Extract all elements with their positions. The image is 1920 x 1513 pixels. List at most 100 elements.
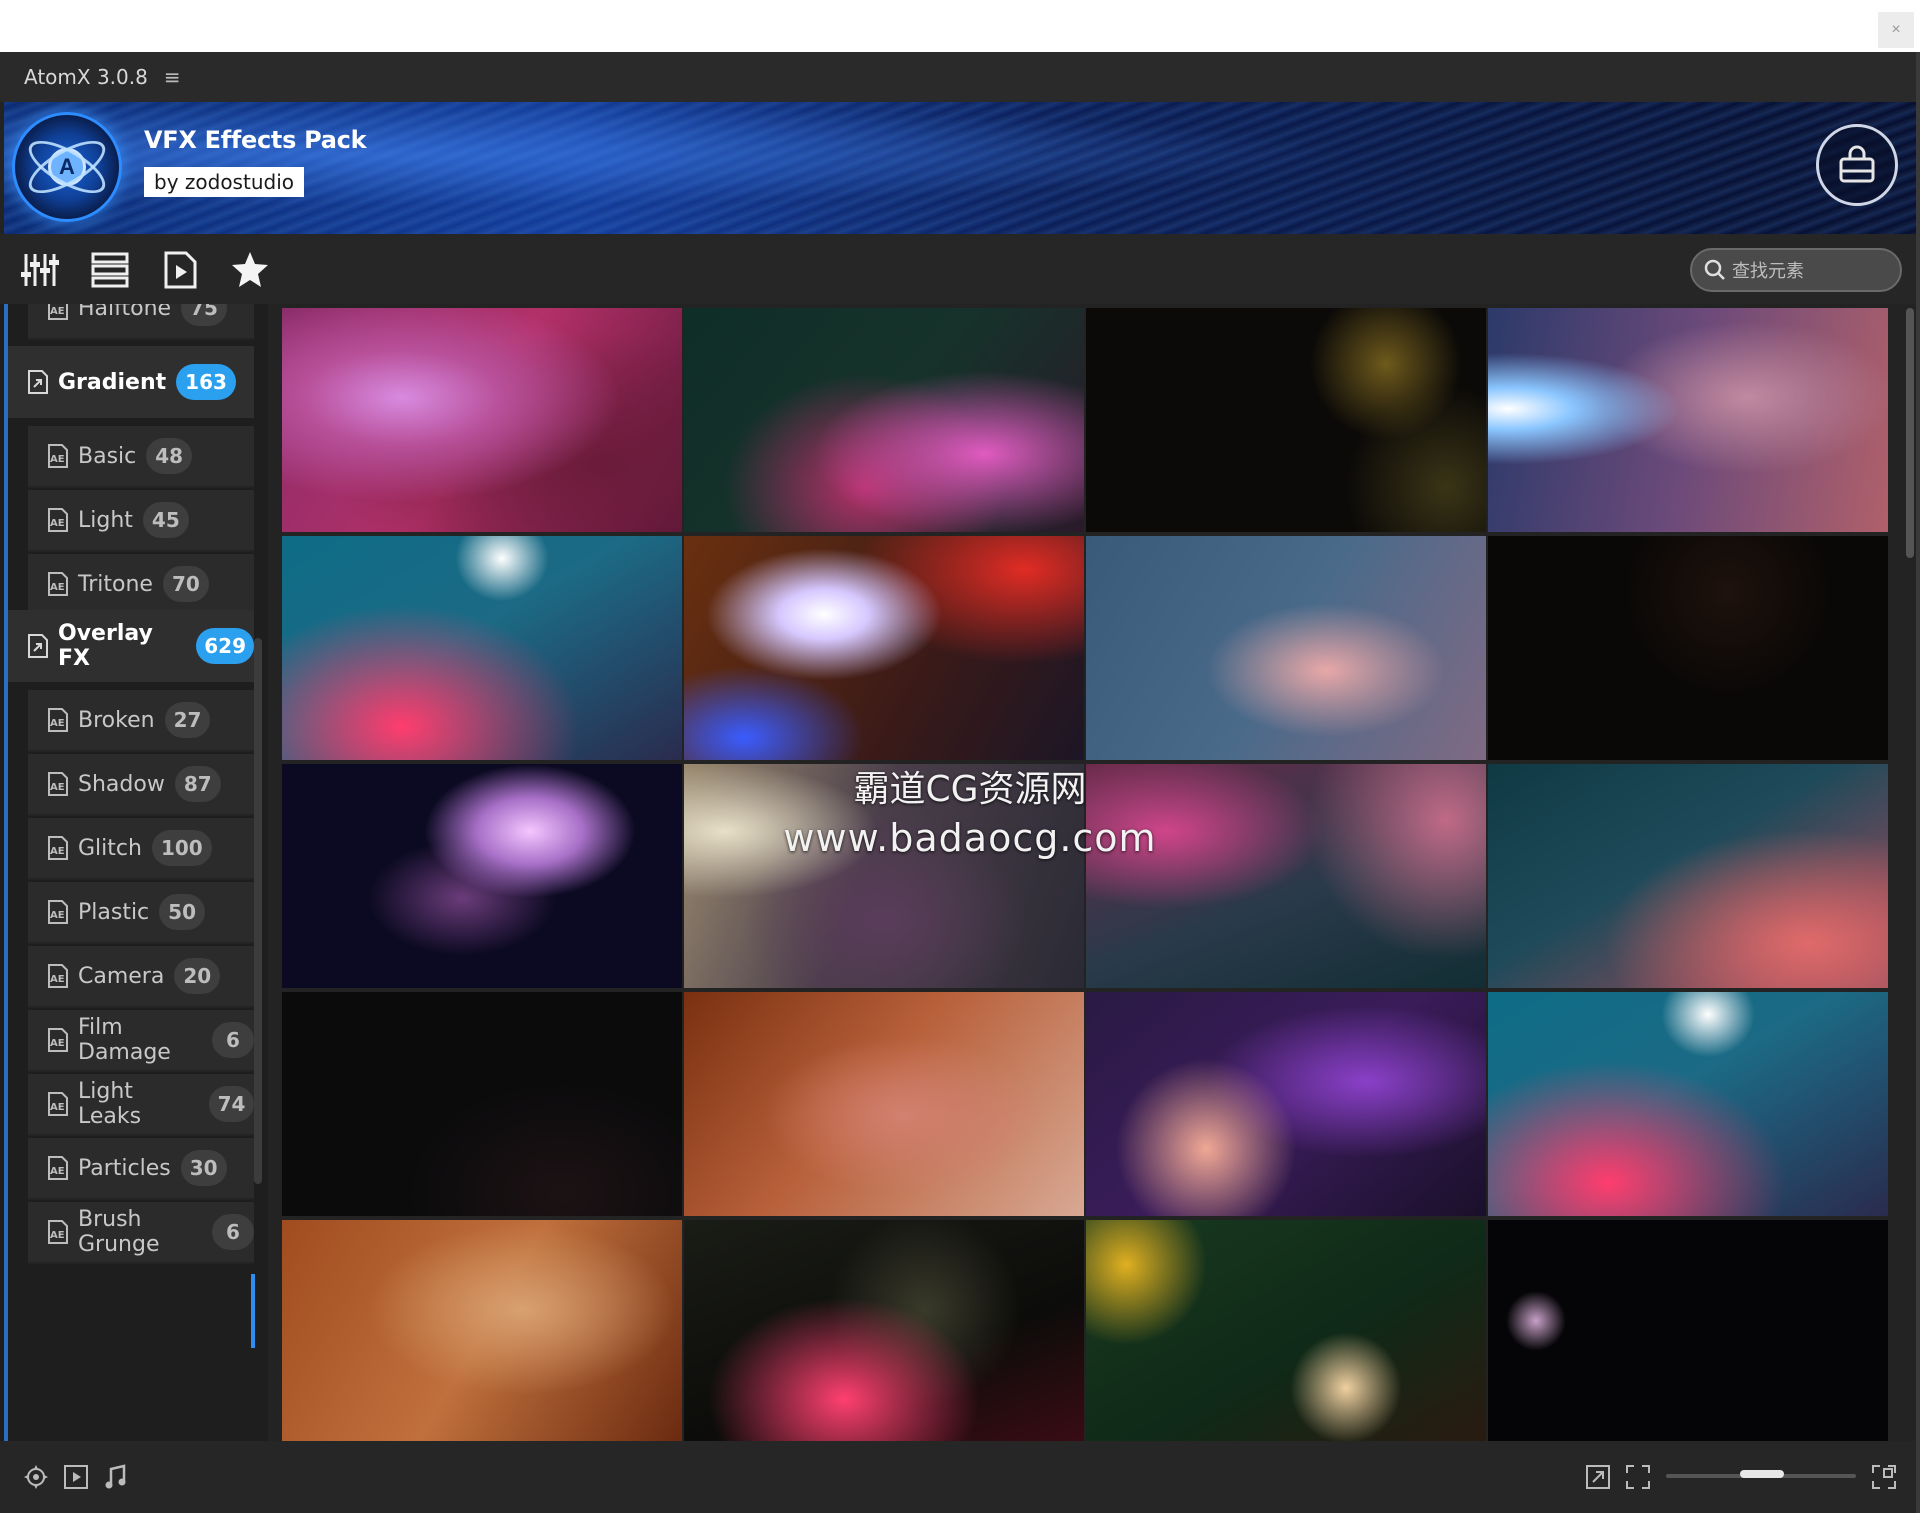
atomx-logo: A <box>12 112 122 222</box>
sliders-icon[interactable] <box>20 250 60 290</box>
active-item-indicator <box>251 1274 255 1348</box>
preview-tile[interactable] <box>684 992 1084 1216</box>
folder-link-icon <box>26 369 50 395</box>
ae-file-icon: AE <box>46 771 70 797</box>
preview-tile[interactable] <box>1086 536 1486 760</box>
search-input[interactable]: 查找元素 <box>1690 248 1902 292</box>
sidebar-item-label: Gradient <box>58 369 167 395</box>
count-badge: 50 <box>159 894 205 930</box>
preview-tile[interactable] <box>1488 1220 1888 1441</box>
preview-tile[interactable] <box>1086 1220 1486 1441</box>
preview-tile[interactable] <box>1086 992 1486 1216</box>
count-badge: 100 <box>151 830 212 866</box>
count-badge: 74 <box>209 1086 254 1122</box>
sidebar-item-label: Tritone <box>78 571 153 597</box>
sidebar-item-shadow[interactable]: AE Shadow 87 <box>28 754 254 816</box>
sidebar-item-overlay-fx[interactable]: Overlay FX 629 <box>8 610 254 682</box>
video-file-icon[interactable] <box>160 250 200 290</box>
ae-file-badge: AE <box>50 846 65 857</box>
zoom-slider-thumb[interactable] <box>1740 1470 1784 1478</box>
sidebar-item-label: Broken <box>78 707 155 733</box>
ae-file-badge: AE <box>50 306 65 317</box>
sidebar-item-gradient[interactable]: Gradient 163 <box>8 346 254 418</box>
search-placeholder: 查找元素 <box>1732 261 1804 281</box>
sidebar-item-camera[interactable]: AE Camera 20 <box>28 946 254 1008</box>
watermark-line2: www.badaocg.com <box>783 816 1157 860</box>
preview-tile[interactable] <box>282 308 682 532</box>
preview-tile[interactable] <box>1488 764 1888 988</box>
sidebar-item-particles[interactable]: AE Particles 30 <box>28 1138 254 1200</box>
sidebar-scrollbar[interactable] <box>254 638 262 1184</box>
sidebar-item-label: Overlay FX <box>58 621 153 671</box>
hamburger-menu-icon[interactable]: ≡ <box>164 65 181 89</box>
preview-tile[interactable] <box>1488 536 1888 760</box>
ae-file-icon: AE <box>46 1155 70 1181</box>
sidebar-item-broken[interactable]: AE Broken 27 <box>28 690 254 752</box>
preview-tile[interactable] <box>282 536 682 760</box>
resize-icon[interactable] <box>1584 1463 1612 1491</box>
sidebar-item-label: Camera <box>78 963 165 989</box>
ae-file-badge: AE <box>50 1038 65 1049</box>
ae-file-icon: AE <box>46 835 70 861</box>
ae-file-badge: AE <box>50 582 65 593</box>
count-badge: 75 <box>181 304 227 326</box>
play-box-icon[interactable] <box>62 1463 90 1491</box>
watermark-line1: 霸道CG资源网 <box>853 769 1087 810</box>
folder-link-icon <box>26 633 50 659</box>
count-badge: 87 <box>174 766 221 802</box>
gear-target-icon[interactable] <box>22 1463 50 1491</box>
sidebar-item-label: Glitch <box>78 835 142 861</box>
preview-tile[interactable] <box>1488 992 1888 1216</box>
sidebar-item-label: Light <box>78 507 133 533</box>
sidebar-item-tritone[interactable]: AE Tritone 70 <box>28 554 254 616</box>
grid-scrollbar[interactable] <box>1906 308 1914 558</box>
count-badge: 27 <box>164 702 211 738</box>
category-sidebar[interactable]: AE Halftone 75 Gradient 163 AE Basic 48 AE Light 4… <box>0 304 268 1441</box>
ae-file-icon: AE <box>46 443 70 469</box>
sidebar-item-plastic[interactable]: AE Plastic 50 <box>28 882 254 944</box>
preview-tile[interactable] <box>1086 308 1486 532</box>
count-badge: 6 <box>212 1214 254 1250</box>
preview-tile[interactable] <box>684 536 1084 760</box>
sidebar-item-label: Light Leaks <box>78 1079 142 1129</box>
list-icon[interactable] <box>90 250 130 290</box>
preview-tile[interactable] <box>282 1220 682 1441</box>
sidebar-item-light-leaks[interactable]: AE Light Leaks 74 <box>28 1074 254 1136</box>
sidebar-item-label: Shadow <box>78 771 165 797</box>
preview-tile[interactable] <box>1488 308 1888 532</box>
watermark-overlay: 霸道CG资源网 www.badaocg.com <box>770 760 1170 860</box>
sidebar-item-light[interactable]: AE Light 45 <box>28 490 254 552</box>
preview-tile[interactable] <box>282 992 682 1216</box>
ae-file-icon: AE <box>46 707 70 733</box>
sidebar-item-glitch[interactable]: AE Glitch 100 <box>28 818 254 880</box>
ae-file-badge: AE <box>50 718 65 729</box>
sidebar-item-halftone[interactable]: AE Halftone 75 <box>28 304 254 340</box>
browser-top-strip: × <box>0 0 1920 52</box>
sidebar-item-film-damage[interactable]: AE Film Damage 6 <box>28 1010 254 1072</box>
ae-file-icon: AE <box>46 963 70 989</box>
count-badge: 6 <box>212 1022 254 1058</box>
sidebar-item-brush-grunge[interactable]: AE Brush Grunge 6 <box>28 1202 254 1264</box>
music-note-icon[interactable] <box>102 1463 130 1491</box>
star-icon[interactable] <box>230 250 270 290</box>
ae-file-icon: AE <box>46 571 70 597</box>
shop-bag-button[interactable] <box>1816 124 1898 206</box>
pack-banner: A VFX Effects Pack by zodostudio <box>4 102 1916 234</box>
sidebar-item-label: Film Damage <box>78 1015 171 1065</box>
ae-file-badge: AE <box>50 1166 65 1177</box>
preview-tile[interactable] <box>282 764 682 988</box>
sidebar-item-label: Particles <box>78 1155 171 1181</box>
sidebar-item-label: Halftone <box>78 304 172 321</box>
preview-tile[interactable] <box>684 1220 1084 1441</box>
ae-file-icon: AE <box>46 304 70 321</box>
atomx-panel: AtomX 3.0.8 ≡ A VFX Effects Pack by zodo… <box>0 52 1920 1513</box>
ae-file-badge: AE <box>50 910 65 921</box>
sidebar-item-label: Plastic <box>78 899 150 925</box>
sidebar-item-basic[interactable]: AE Basic 48 <box>28 426 254 488</box>
preview-tile[interactable] <box>684 308 1084 532</box>
close-window-icon[interactable]: × <box>1878 12 1914 48</box>
pack-title: VFX Effects Pack <box>144 126 367 154</box>
expand-icon[interactable] <box>1870 1463 1898 1491</box>
ae-file-icon: AE <box>46 507 70 533</box>
fit-frame-icon[interactable] <box>1624 1463 1652 1491</box>
